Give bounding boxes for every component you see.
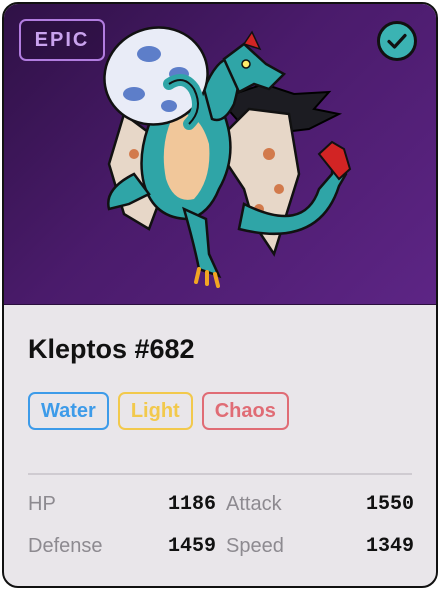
stat-value: 1459 xyxy=(167,534,216,558)
dragon-holding-egg-artwork xyxy=(103,26,352,288)
stat-defense: Defense 1459 xyxy=(28,530,216,562)
stat-label: Defense xyxy=(28,534,103,557)
card-artwork-panel: EPIC xyxy=(4,4,436,305)
stat-label: HP xyxy=(28,492,56,515)
tag-chaos[interactable]: Chaos xyxy=(201,392,289,430)
stat-value: 1349 xyxy=(365,534,414,558)
tag-water[interactable]: Water xyxy=(28,392,109,430)
tag-light[interactable]: Light xyxy=(117,392,193,430)
stat-value: 1186 xyxy=(167,492,216,516)
monster-name: Kleptos #682 xyxy=(28,334,195,364)
stat-speed: Speed 1349 xyxy=(226,530,414,562)
stat-label: Attack xyxy=(226,492,282,515)
stat-attack: Attack 1550 xyxy=(226,488,414,520)
stat-label: Speed xyxy=(226,534,284,557)
checkmark-glyph xyxy=(387,33,407,49)
rarity-badge: EPIC xyxy=(19,19,105,61)
check-icon[interactable] xyxy=(377,21,417,61)
monster-card[interactable]: EPIC Kleptos #682 Water Light Chaos HP 1… xyxy=(2,2,438,588)
element-tags: Water Light Chaos xyxy=(28,392,289,430)
stat-value: 1550 xyxy=(365,492,414,516)
divider xyxy=(28,473,412,475)
stat-hp: HP 1186 xyxy=(28,488,216,520)
